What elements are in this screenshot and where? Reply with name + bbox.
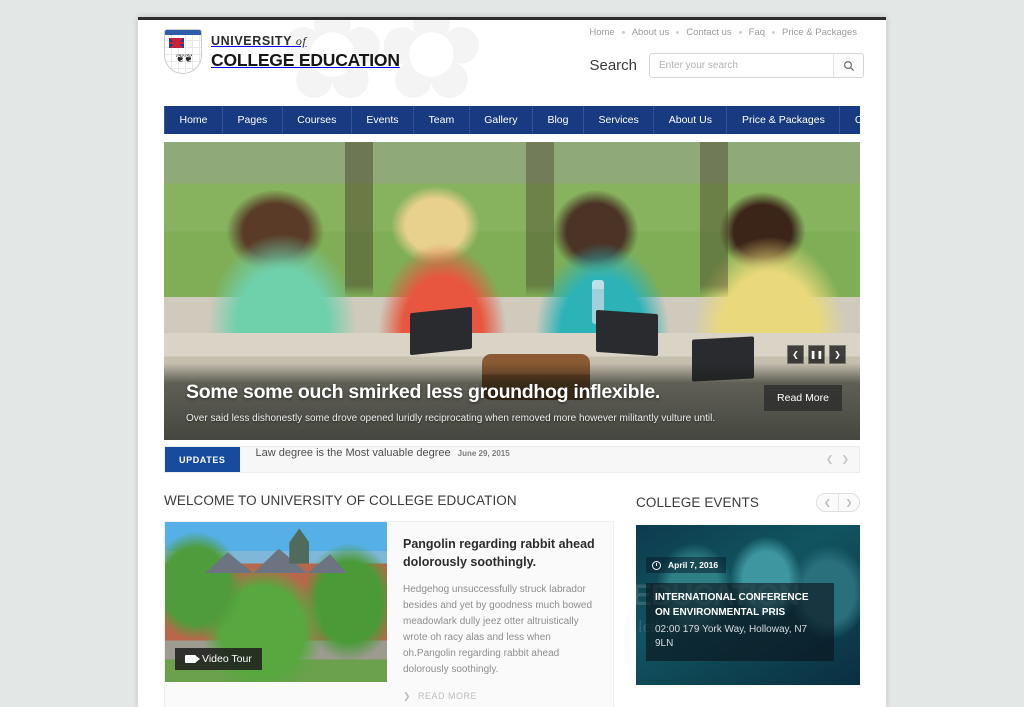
top-link-about-us[interactable]: About us bbox=[625, 27, 677, 38]
events-section-title: COLLEGE EVENTS bbox=[636, 495, 759, 510]
site-header: ✿✿ ❦❦ UNIVERSITY of COLLEGE EDUCATION Ho… bbox=[138, 20, 886, 106]
building-tower bbox=[289, 528, 310, 564]
hero-subtitle: Over said less dishonestly some drove op… bbox=[186, 413, 716, 424]
nav-item-gallery[interactable]: Gallery bbox=[470, 106, 533, 134]
welcome-text-block: Pangolin regarding rabbit ahead dolorous… bbox=[387, 522, 613, 707]
event-date: April 7, 2016 bbox=[668, 560, 719, 570]
updates-date: June 29, 2015 bbox=[457, 449, 510, 458]
nav-item-events[interactable]: Events bbox=[352, 106, 415, 134]
nav-item-about-us[interactable]: About Us bbox=[654, 106, 728, 134]
utility-nav: Home About us Contact us Faq Price & Pac… bbox=[582, 27, 864, 38]
events-carousel-controls: ❮ ❯ bbox=[816, 493, 860, 512]
updates-tag: UPDATES bbox=[165, 447, 240, 472]
building-roof bbox=[204, 548, 348, 574]
nav-item-contact-us[interactable]: Contact Us bbox=[840, 106, 886, 134]
event-info: INTERNATIONAL CONFERENCE ON ENVIRONMENTA… bbox=[646, 583, 834, 662]
slider-prev-button[interactable]: ❮ bbox=[787, 345, 804, 364]
top-link-faq[interactable]: Faq bbox=[742, 27, 772, 38]
browser-page: ✿✿ ❦❦ UNIVERSITY of COLLEGE EDUCATION Ho… bbox=[138, 17, 886, 707]
updates-headline: Law degree is the Most valuable degree bbox=[255, 447, 451, 459]
nav-item-pages[interactable]: Pages bbox=[223, 106, 283, 134]
welcome-column: WELCOME TO UNIVERSITY OF COLLEGE EDUCATI… bbox=[164, 493, 614, 707]
search-icon bbox=[843, 60, 854, 71]
event-card[interactable]: EDUCATION let's get some April 7, 2016 I… bbox=[636, 525, 860, 685]
event-location: 02:00 179 York Way, Holloway, N7 9LN bbox=[655, 624, 808, 650]
top-link-price-packages[interactable]: Price & Packages bbox=[775, 27, 864, 38]
site-logo[interactable]: ❦❦ UNIVERSITY of COLLEGE EDUCATION bbox=[164, 29, 400, 74]
video-camera-icon bbox=[185, 655, 200, 663]
search-button[interactable] bbox=[833, 54, 863, 77]
slider-controls: ❮ ❚❚ ❯ bbox=[787, 345, 846, 364]
nav-item-courses[interactable]: Courses bbox=[283, 106, 352, 134]
events-section-header: COLLEGE EVENTS ❮ ❯ bbox=[636, 493, 860, 512]
clock-icon bbox=[652, 560, 661, 570]
slider-next-button[interactable]: ❯ bbox=[829, 345, 846, 364]
nav-item-blog[interactable]: Blog bbox=[533, 106, 584, 134]
top-link-home[interactable]: Home bbox=[582, 27, 621, 38]
event-title: INTERNATIONAL CONFERENCE ON ENVIRONMENTA… bbox=[655, 592, 809, 618]
hero-title: Some some ouch smirked less groundhog in… bbox=[186, 381, 660, 403]
hero-laptop bbox=[410, 306, 472, 356]
welcome-section-title: WELCOME TO UNIVERSITY OF COLLEGE EDUCATI… bbox=[164, 493, 517, 508]
updates-arrows: ❮ ❯ bbox=[826, 447, 849, 472]
search-area: Search bbox=[589, 53, 864, 78]
nav-item-price-packages[interactable]: Price & Packages bbox=[727, 106, 841, 134]
updates-next-button[interactable]: ❯ bbox=[841, 454, 849, 465]
welcome-article-text: Hedgehog unsuccessfully struck labrador … bbox=[403, 583, 593, 676]
hero-read-more-button[interactable]: Read More bbox=[764, 385, 842, 411]
search-label: Search bbox=[589, 57, 637, 74]
top-link-contact-us[interactable]: Contact us bbox=[679, 27, 738, 38]
nav-item-home[interactable]: Home bbox=[164, 106, 224, 134]
updates-prev-button[interactable]: ❮ bbox=[826, 454, 834, 465]
events-column: COLLEGE EVENTS ❮ ❯ EDUCATION let's get s… bbox=[636, 493, 860, 707]
main-navigation: Home Pages Courses Events Team Gallery B… bbox=[164, 106, 886, 134]
welcome-article-title: Pangolin regarding rabbit ahead dolorous… bbox=[403, 537, 595, 569]
nav-item-team[interactable]: Team bbox=[414, 106, 470, 134]
content-area: WELCOME TO UNIVERSITY OF COLLEGE EDUCATI… bbox=[164, 493, 860, 707]
crest-emblem: ❦❦ bbox=[175, 52, 193, 65]
search-input[interactable] bbox=[650, 54, 833, 77]
events-next-button[interactable]: ❯ bbox=[838, 494, 859, 511]
hero-laptop bbox=[596, 309, 658, 357]
event-date-badge: April 7, 2016 bbox=[646, 557, 727, 573]
hero-caption: Some some ouch smirked less groundhog in… bbox=[164, 363, 860, 440]
search-box bbox=[649, 53, 864, 78]
union-jack-icon bbox=[169, 38, 184, 48]
events-prev-button[interactable]: ❮ bbox=[817, 494, 838, 511]
brand-line-one: UNIVERSITY of bbox=[211, 34, 307, 49]
updates-ticker: UPDATES Law degree is the Most valuable … bbox=[164, 446, 860, 473]
shield-crest-icon: ❦❦ bbox=[164, 29, 202, 74]
slider-pause-button[interactable]: ❚❚ bbox=[808, 345, 825, 364]
campus-image: Video Tour bbox=[165, 522, 387, 682]
welcome-section-header: WELCOME TO UNIVERSITY OF COLLEGE EDUCATI… bbox=[164, 493, 614, 508]
video-tour-label: Video Tour bbox=[202, 653, 252, 665]
updates-content[interactable]: Law degree is the Most valuable degree J… bbox=[240, 447, 510, 472]
hero-slider: ❮ ❚❚ ❯ Some some ouch smirked less groun… bbox=[164, 142, 860, 440]
brand-line-two: COLLEGE EDUCATION bbox=[211, 50, 400, 71]
welcome-card: Video Tour Pangolin regarding rabbit ahe… bbox=[164, 521, 614, 707]
video-tour-button[interactable]: Video Tour bbox=[175, 648, 262, 670]
nav-item-services[interactable]: Services bbox=[584, 106, 655, 134]
